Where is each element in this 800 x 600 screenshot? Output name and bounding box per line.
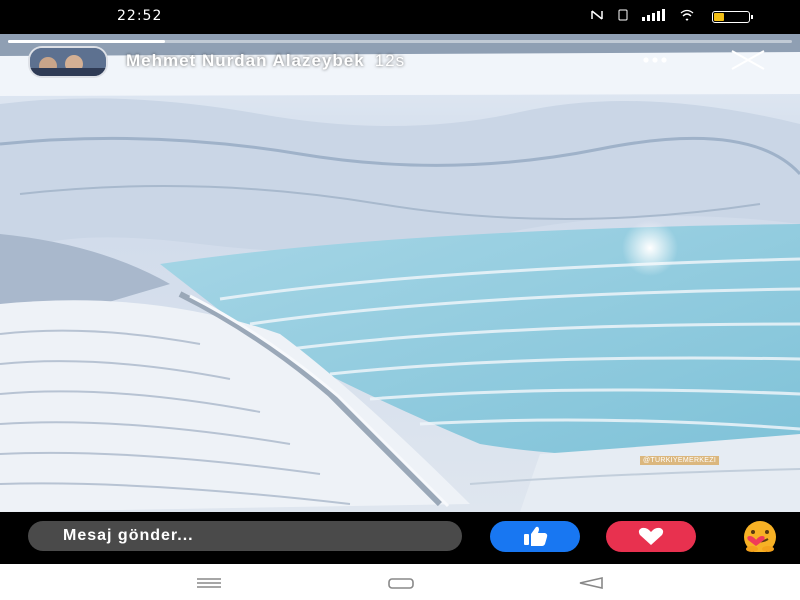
signal-icon	[642, 9, 668, 24]
like-reaction-button[interactable]	[490, 521, 580, 552]
story-time: 12s	[374, 51, 406, 70]
close-button[interactable]	[728, 47, 768, 73]
vibrate-icon	[616, 9, 630, 24]
care-reaction-button[interactable]	[722, 521, 800, 553]
avatar[interactable]	[28, 46, 108, 78]
love-icon	[606, 527, 696, 556]
home-button[interactable]	[386, 574, 416, 592]
close-icon	[728, 50, 768, 77]
reply-bar: Mesaj gönder...	[0, 512, 800, 564]
story-header: Mehmet Nurdan Alazeybek 12s	[0, 45, 800, 78]
battery-icon	[712, 10, 753, 23]
story-progress-bar	[8, 40, 792, 43]
watermark: @TURKIYEMERKEZI	[640, 456, 720, 465]
story-progress-fill	[8, 40, 165, 43]
nfc-icon	[590, 9, 604, 24]
wifi-icon	[680, 9, 694, 24]
more-options-button[interactable]	[640, 47, 670, 73]
status-icons	[590, 9, 753, 24]
care-icon	[722, 521, 800, 556]
back-button[interactable]	[576, 574, 606, 592]
status-time: 22:52	[117, 8, 163, 24]
navigation-bar	[0, 564, 800, 600]
recent-apps-icon	[194, 578, 224, 596]
author-name-text: Mehmet Nurdan Alazeybek	[126, 51, 365, 70]
home-icon	[386, 578, 416, 596]
message-input[interactable]: Mesaj gönder...	[28, 521, 462, 551]
author-name[interactable]: Mehmet Nurdan Alazeybek 12s	[126, 51, 405, 71]
love-reaction-button[interactable]	[606, 521, 696, 552]
story-photo[interactable]	[0, 34, 800, 512]
status-bar: 22:52	[0, 0, 800, 34]
more-icon	[642, 47, 668, 69]
back-icon	[576, 576, 606, 596]
recent-apps-button[interactable]	[194, 574, 224, 592]
like-icon	[490, 526, 580, 556]
